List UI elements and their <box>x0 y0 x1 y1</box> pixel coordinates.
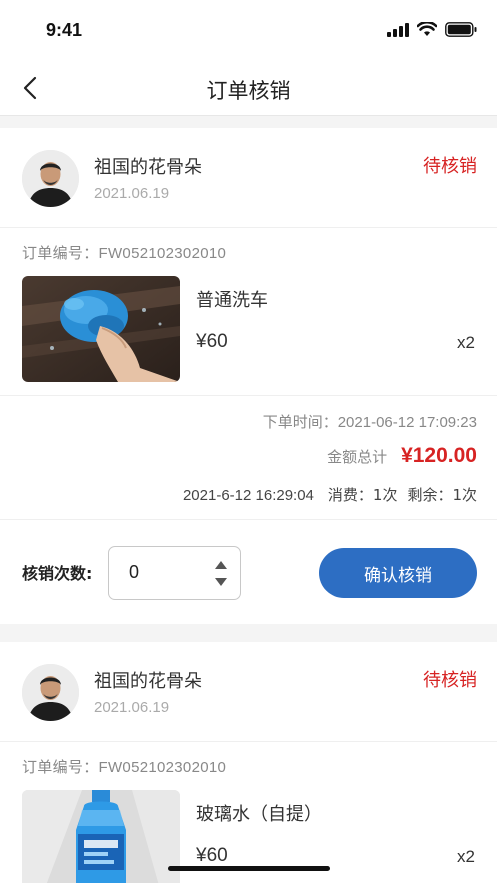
product-price: ¥60 <box>196 331 228 352</box>
order-time: 下单时间：2021-06-12 17:09:23 <box>263 411 477 432</box>
status-bar: 9:41 <box>0 0 497 60</box>
order-time-value: 2021-06-12 17:09:23 <box>337 414 477 431</box>
battery-icon <box>445 22 477 37</box>
verify-row: 核销次数: 0 确认核销 <box>0 519 497 624</box>
total-value: ¥120.00 <box>401 444 477 467</box>
user-row: 祖国的花骨朵 2021.06.19 待核销 <box>0 128 497 228</box>
order-date: 2021.06.19 <box>94 699 170 716</box>
user-name: 祖国的花骨朵 <box>94 157 202 178</box>
stepper-up-icon[interactable] <box>214 560 228 570</box>
status-badge: 待核销 <box>423 670 477 691</box>
consumed-count: 消费：1次 <box>327 486 398 504</box>
stepper-down-icon[interactable] <box>214 577 228 587</box>
order-number-value: FW052102302010 <box>98 759 227 776</box>
usage-info: 2021-6-12 16:29:04 消费：1次 剩余：1次 <box>183 484 477 505</box>
signal-icon <box>387 22 409 37</box>
usage-time: 2021-6-12 16:29:04 <box>182 487 314 504</box>
order-number: 订单编号：FW052102302010 <box>22 242 226 263</box>
status-icons <box>387 22 477 37</box>
remaining-count: 剩余：1次 <box>407 486 477 504</box>
verify-count-value[interactable]: 0 <box>129 562 139 583</box>
product-name: 普通洗车 <box>196 290 268 311</box>
product-image[interactable] <box>22 790 180 883</box>
order-number: 订单编号：FW052102302010 <box>22 756 226 777</box>
order-date: 2021.06.19 <box>94 185 170 202</box>
divider <box>0 395 497 396</box>
product-name: 玻璃水（自提） <box>196 804 322 825</box>
total-amount: 金额总计 ¥120.00 <box>327 444 477 468</box>
avatar <box>22 150 79 207</box>
home-indicator <box>168 866 330 871</box>
order-time-label: 下单时间： <box>262 413 338 431</box>
user-row: 祖国的花骨朵 2021.06.19 待核销 <box>0 642 497 742</box>
product-image[interactable] <box>22 276 180 382</box>
avatar <box>22 664 79 721</box>
confirm-verify-button[interactable]: 确认核销 <box>319 548 477 598</box>
wifi-icon <box>417 22 437 36</box>
page-title: 订单核销 <box>206 79 291 103</box>
product-quantity: x2 <box>457 847 475 866</box>
nav-bar: 订单核销 <box>0 60 497 116</box>
order-card: 祖国的花骨朵 2021.06.19 待核销 订单编号：FW05210230201… <box>0 128 497 624</box>
product-price: ¥60 <box>196 845 228 866</box>
status-badge: 待核销 <box>423 156 477 177</box>
order-card: 祖国的花骨朵 2021.06.19 待核销 订单编号：FW05210230201… <box>0 642 497 883</box>
verify-count-stepper[interactable]: 0 <box>108 546 241 600</box>
status-time: 9:41 <box>46 20 83 40</box>
total-label: 金额总计 <box>327 448 388 466</box>
order-number-label: 订单编号： <box>22 244 99 262</box>
order-number-value: FW052102302010 <box>98 245 227 262</box>
product-quantity: x2 <box>457 333 475 352</box>
verify-count-label: 核销次数: <box>22 564 93 583</box>
user-name: 祖国的花骨朵 <box>94 671 202 692</box>
order-number-label: 订单编号： <box>22 758 99 776</box>
